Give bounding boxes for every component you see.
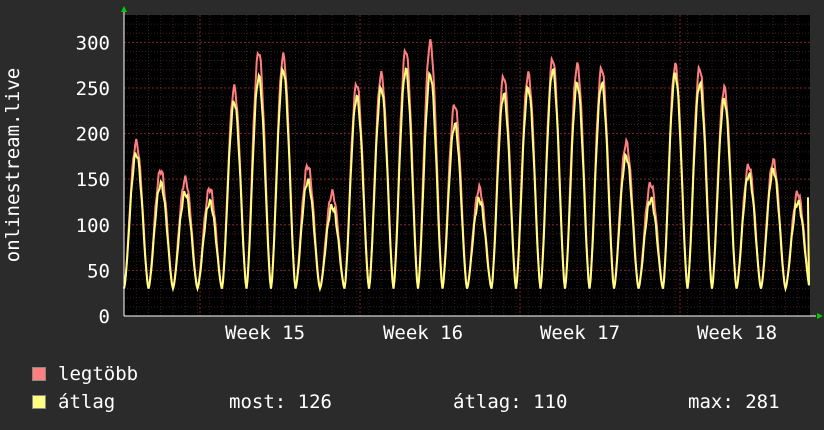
x-axis-arrow	[817, 313, 823, 319]
legend-swatch-avg	[32, 395, 46, 409]
legend-item-avg: átlag	[32, 391, 116, 413]
x-tick-label: Week 17	[540, 322, 620, 344]
x-tick-label: Week 16	[383, 322, 463, 344]
stat-average: átlag: 110	[453, 391, 568, 413]
y-axis-title: onlinestream.live	[2, 68, 24, 262]
y-tick-label: 200	[76, 124, 110, 146]
y-axis-arrow	[121, 6, 127, 12]
chart-canvas: 0 50 100 150 200 250 300 Week 15 Week 16 Week 17 W…	[0, 0, 824, 430]
legend-swatch-max	[32, 367, 46, 381]
legend-item-max: legtöbb	[32, 363, 139, 385]
stat-current: most: 126	[229, 391, 332, 413]
y-tick-label: 100	[76, 215, 110, 237]
y-tick-label: 150	[76, 169, 110, 191]
y-tick-label: 250	[76, 78, 110, 100]
y-tick-label: 300	[76, 32, 110, 54]
stat-maximum: max: 281	[688, 391, 780, 413]
x-tick-label: Week 15	[225, 322, 305, 344]
y-tick-label: 0	[99, 306, 110, 328]
x-tick-label: Week 18	[697, 322, 777, 344]
legend-label-avg: átlag	[58, 391, 116, 413]
legend-label-max: legtöbb	[58, 363, 139, 385]
y-tick-label: 50	[87, 260, 110, 282]
